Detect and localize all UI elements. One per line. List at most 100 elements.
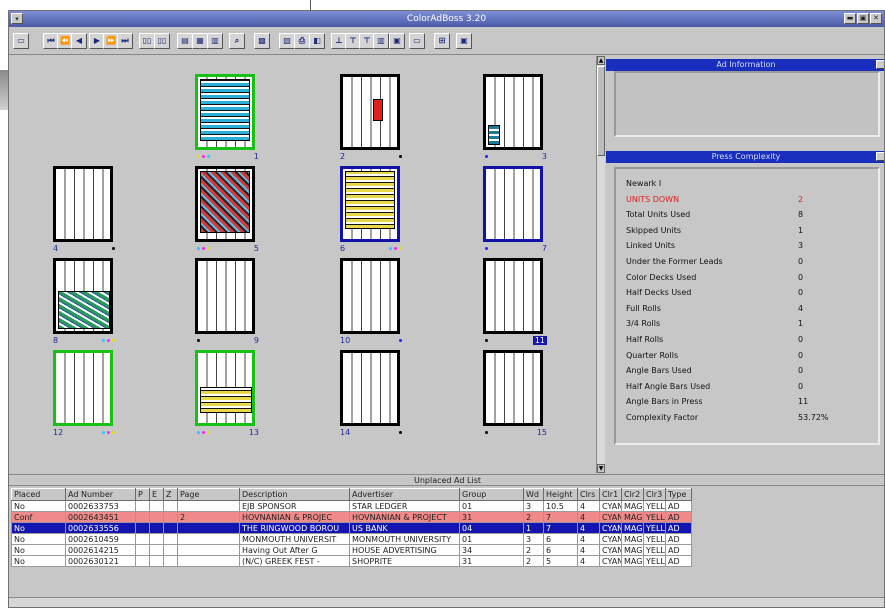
align-d-button[interactable]: ▥: [373, 33, 389, 49]
tool-b-button[interactable]: ◧: [309, 33, 325, 49]
column-header[interactable]: Z: [163, 488, 178, 501]
page-thumbnail[interactable]: [53, 350, 113, 426]
page-columns: [343, 77, 397, 147]
color-dot: [197, 431, 200, 434]
grid-button[interactable]: ⊞: [434, 33, 450, 49]
table-row[interactable]: Conf 0002643451 2 HOVNANIAN & PROJEC HOVNANI…: [11, 511, 692, 523]
page-thumbnail[interactable]: [483, 258, 543, 334]
table-cell: [149, 500, 164, 512]
placed-ad[interactable]: [373, 99, 383, 121]
column-header[interactable]: Type: [665, 488, 692, 501]
table-cell: 4: [577, 500, 600, 512]
complexity-row: Half Rolls 0: [626, 335, 876, 346]
column-header[interactable]: Placed: [11, 488, 66, 501]
scroll-thumb[interactable]: [597, 66, 605, 156]
page-number-label: 3: [483, 152, 547, 162]
page-thumbnail[interactable]: [483, 166, 543, 242]
table-cell: [177, 500, 240, 512]
close-button[interactable]: ✕: [870, 13, 882, 24]
minimize-button[interactable]: ▬: [844, 13, 856, 24]
column-header[interactable]: Ad Number: [65, 488, 136, 501]
print-button[interactable]: ⎙: [294, 33, 310, 49]
complexity-label: Skipped Units: [626, 225, 682, 235]
view-two-button[interactable]: ▦: [192, 33, 208, 49]
table-cell: [163, 533, 178, 545]
color-dots: [389, 247, 402, 250]
page-thumbnail[interactable]: [53, 258, 113, 334]
column-header[interactable]: E: [149, 488, 164, 501]
tool-d-button[interactable]: ▭: [409, 33, 425, 49]
column-header[interactable]: Group: [459, 488, 524, 501]
scroll-up-arrow-icon[interactable]: ▲: [597, 56, 605, 65]
complexity-row: Half Angle Bars Used 0: [626, 382, 876, 393]
unplaced-ad-list-title: Unplaced Ad List: [9, 474, 884, 486]
color-dot: [112, 339, 115, 342]
view-three-button[interactable]: ▥: [207, 33, 223, 49]
table-cell: 10.5: [543, 500, 578, 512]
layout-vertical-scrollbar[interactable]: ▲ ▼: [596, 56, 605, 473]
placed-ad[interactable]: [200, 171, 250, 233]
maximize-button[interactable]: ▣: [857, 13, 869, 24]
color-dots: [485, 155, 488, 158]
page-thumbnail[interactable]: [340, 350, 400, 426]
spread-right-button[interactable]: ▯▯: [154, 33, 170, 49]
column-header[interactable]: Description: [239, 488, 350, 501]
prev-page-button[interactable]: ◀: [71, 33, 87, 49]
view-one-button[interactable]: ▤: [177, 33, 193, 49]
last-page-button[interactable]: ⏭: [117, 33, 133, 49]
column-header[interactable]: Clr3: [643, 488, 666, 501]
page-thumbnail[interactable]: [195, 350, 255, 426]
complexity-value: 3: [798, 241, 804, 251]
table-horizontal-scrollbar[interactable]: [9, 597, 884, 607]
column-header[interactable]: Advertiser: [349, 488, 460, 501]
page-thumbnail[interactable]: [195, 74, 255, 150]
color-dots: [485, 247, 488, 250]
scroll-down-arrow-icon[interactable]: ▼: [597, 464, 605, 473]
column-header[interactable]: Page: [177, 488, 240, 501]
table-row[interactable]: No 0002614215 Having Out After G HOUSE ADVE…: [11, 544, 692, 556]
table-row[interactable]: No 0002610459 MONMOUTH UNIVERSIT MONMOUTH U…: [11, 533, 692, 545]
tool-c-button[interactable]: ▣: [389, 33, 405, 49]
table-cell: [135, 511, 150, 523]
system-menu-button[interactable]: ▾: [11, 13, 23, 24]
spread-left-button[interactable]: ▯▯: [139, 33, 155, 49]
page-number-label: 7: [483, 244, 547, 254]
page-number: 5: [253, 244, 259, 253]
title-bar[interactable]: ▾ ColorAdBoss 3.20 ▬ ▣ ✕: [9, 11, 884, 27]
placed-ad[interactable]: [58, 291, 110, 329]
placed-ad[interactable]: [200, 387, 252, 413]
tool-e-button[interactable]: ▣: [456, 33, 472, 49]
open-button[interactable]: ▭: [13, 33, 29, 49]
color-button[interactable]: ▩: [254, 33, 270, 49]
page-thumbnail[interactable]: [483, 74, 543, 150]
table-row[interactable]: No 0002633556 THE RINGWOOD BOROU US BANK 04 1…: [11, 522, 692, 534]
panel-close-icon[interactable]: [876, 152, 884, 161]
panel-close-icon[interactable]: [876, 60, 884, 69]
complexity-value: 0: [798, 257, 804, 266]
table-cell: AD: [665, 500, 692, 512]
table-cell: 0002630121: [65, 555, 136, 567]
complexity-label: UNITS DOWN: [626, 194, 680, 204]
table-cell: 31: [459, 511, 524, 523]
placed-ad[interactable]: [488, 125, 500, 145]
table-row[interactable]: No 0002630121 (N/C) GREEK FEST - SHOPRITE 31…: [11, 555, 692, 567]
column-header[interactable]: Wd: [523, 488, 544, 501]
page-thumbnail[interactable]: [53, 166, 113, 242]
page-thumbnail[interactable]: [195, 258, 255, 334]
column-header[interactable]: Height: [543, 488, 578, 501]
placed-ad[interactable]: [345, 171, 395, 229]
column-header[interactable]: Clrs: [577, 488, 600, 501]
page-thumbnail[interactable]: [195, 166, 255, 242]
page-thumbnail[interactable]: [340, 258, 400, 334]
page-thumbnail[interactable]: [340, 74, 400, 150]
column-header[interactable]: P: [135, 488, 150, 501]
search-button[interactable]: ⌕: [229, 33, 245, 49]
column-header[interactable]: Clr1: [599, 488, 622, 501]
page-thumbnail[interactable]: [340, 166, 400, 242]
table-row[interactable]: No 0002633753 EJB SPONSOR STAR LEDGER 01 3 10.…: [11, 500, 692, 512]
table-cell: [135, 544, 150, 556]
tool-a-button[interactable]: ▧: [279, 33, 295, 49]
placed-ad[interactable]: [200, 79, 250, 141]
column-header[interactable]: Clr2: [621, 488, 644, 501]
page-thumbnail[interactable]: [483, 350, 543, 426]
